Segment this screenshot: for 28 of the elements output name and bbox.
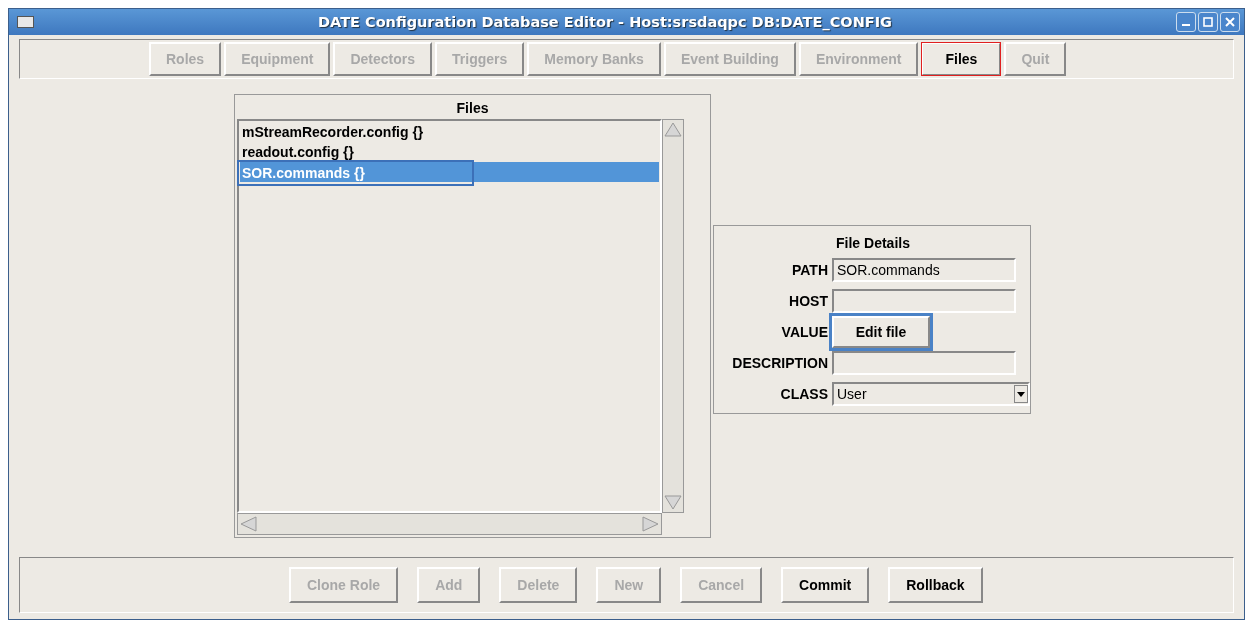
panel-title: Files <box>455 99 490 118</box>
close-icon[interactable] <box>1220 12 1240 32</box>
class-dropdown[interactable]: User <box>832 381 1030 406</box>
field-label: HOST <box>788 292 828 309</box>
field-label: VALUE <box>780 324 828 340</box>
list-item[interactable]: readout.config {} <box>240 142 659 162</box>
action-button[interactable]: Commit <box>781 567 870 603</box>
edit-file-button[interactable]: Edit file <box>832 316 930 348</box>
scroll-down-arrow-icon[interactable] <box>663 494 683 512</box>
field-label: PATH <box>790 261 828 278</box>
vertical-scrollbar[interactable] <box>662 119 684 513</box>
field-label: DESCRIPTION <box>731 354 828 371</box>
input-field[interactable] <box>832 288 1016 313</box>
scroll-up-arrow-icon[interactable] <box>663 120 683 138</box>
field-label: CLASS <box>779 385 828 402</box>
scroll-left-arrow-icon[interactable] <box>238 515 258 533</box>
panel-title: File Details <box>835 234 911 253</box>
input-field[interactable]: SOR.commands <box>832 257 1016 282</box>
input-field[interactable] <box>832 350 1016 375</box>
maximize-icon[interactable] <box>1198 12 1218 32</box>
minimize-icon[interactable] <box>1176 12 1196 32</box>
tab[interactable]: Files <box>921 42 1002 76</box>
window-title: DATE Configuration Database Editor - Host:srsdaqpc DB:DATE_CONFIG <box>317 14 893 30</box>
list-item[interactable]: mStreamRecorder.config {} <box>240 122 659 142</box>
action-button[interactable]: Rollback <box>888 567 983 603</box>
horizontal-scrollbar[interactable] <box>237 513 662 535</box>
window-menu-icon[interactable] <box>17 16 34 28</box>
scroll-right-arrow-icon[interactable] <box>641 515 661 533</box>
